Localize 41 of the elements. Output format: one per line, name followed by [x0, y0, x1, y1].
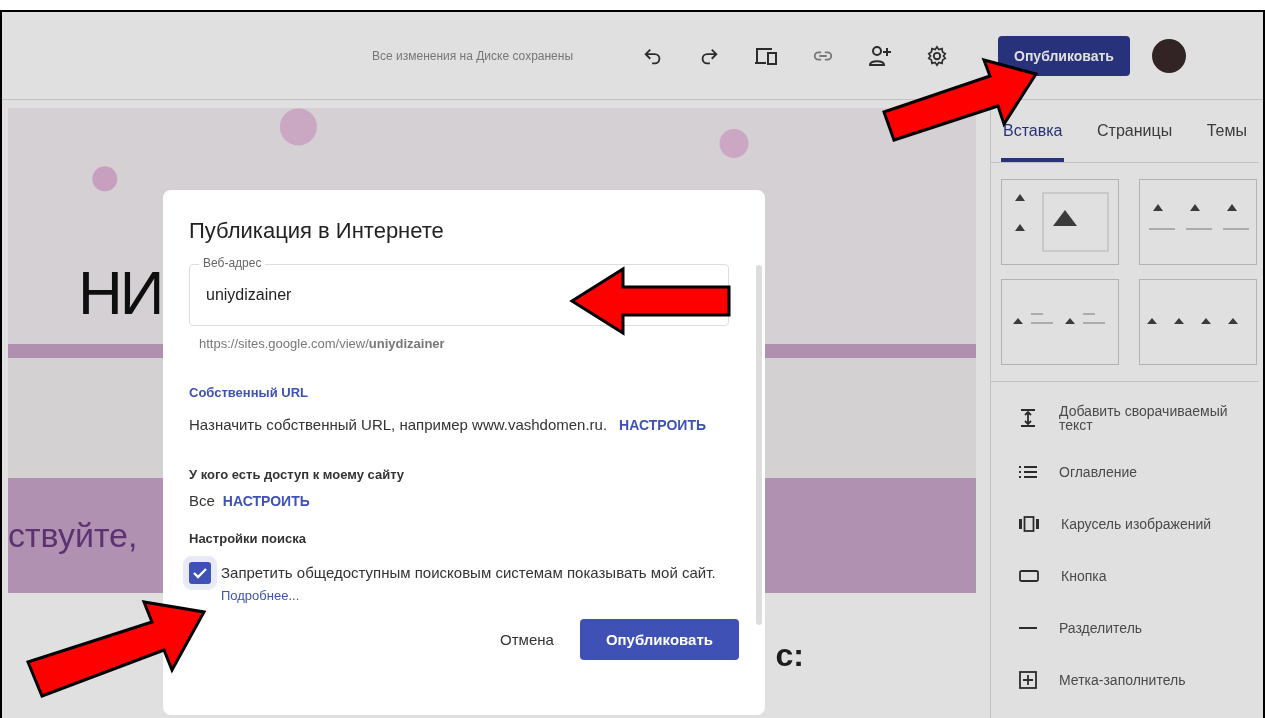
panel-tab[interactable]: Темы [1204, 108, 1249, 162]
checkmark-icon [193, 567, 207, 579]
access-heading: У кого есть доступ к моему сайту [189, 467, 406, 482]
layout-thumbnail[interactable] [1001, 279, 1119, 365]
dialog-title: Публикация в Интернете [189, 218, 445, 244]
list-icon [1019, 465, 1037, 479]
configure-link[interactable]: НАСТРОИТЬ [619, 417, 706, 433]
search-settings-heading: Настройки поиска [189, 531, 307, 546]
custom-url-heading: Собственный URL [189, 385, 309, 400]
layout-thumbnail[interactable] [1139, 179, 1257, 265]
site-heading: НИ [78, 260, 162, 326]
insert-item[interactable]: Метка-заполнитель [1019, 668, 1259, 692]
insert-item[interactable]: Кнопка [1019, 564, 1259, 588]
add-person-icon[interactable] [868, 44, 892, 67]
learn-more-link[interactable]: Подробнее... [221, 588, 300, 603]
panel-tab[interactable]: Страницы [1095, 108, 1175, 162]
insert-item[interactable]: Оглавление [1019, 460, 1259, 484]
site-url-text: https://sites.google.com/view/uniydizainer [199, 336, 446, 351]
insert-item[interactable]: Разделитель [1019, 616, 1259, 640]
publish-confirm-button[interactable]: Опубликовать [579, 619, 739, 660]
plus-box-icon [1019, 671, 1037, 689]
configure-link[interactable]: НАСТРОИТЬ [222, 493, 310, 509]
layout-thumbnail[interactable] [1139, 279, 1257, 365]
insert-item[interactable]: Добавить сворачиваемый текст [1019, 404, 1259, 432]
settings-icon[interactable] [926, 44, 948, 67]
button-shape-icon [1019, 570, 1039, 582]
insert-item[interactable]: Карусель изображений [1019, 512, 1259, 536]
checkbox-label: Запретить общедоступным поисковым системам показывать мой сайт. Подробнее... [221, 563, 717, 605]
scrollbar-thumb[interactable] [756, 265, 762, 625]
cancel-button[interactable]: Отмена [492, 623, 562, 656]
custom-url-text: Назначить собственный URL, например www.vashdomen.ru. [189, 416, 608, 433]
avatar[interactable] [1152, 38, 1186, 73]
divider-icon [1019, 627, 1037, 629]
expand-text-icon [1019, 408, 1037, 428]
access-value: Все [189, 492, 215, 509]
carousel-icon [1019, 516, 1039, 532]
section-text: с: [775, 637, 804, 674]
save-status-text: Все изменения на Диске сохранены [372, 48, 575, 63]
layout-thumbnail[interactable] [1001, 179, 1119, 265]
greeting-text: ствуйте, [8, 516, 138, 555]
field-label: Веб-адрес [199, 256, 266, 270]
